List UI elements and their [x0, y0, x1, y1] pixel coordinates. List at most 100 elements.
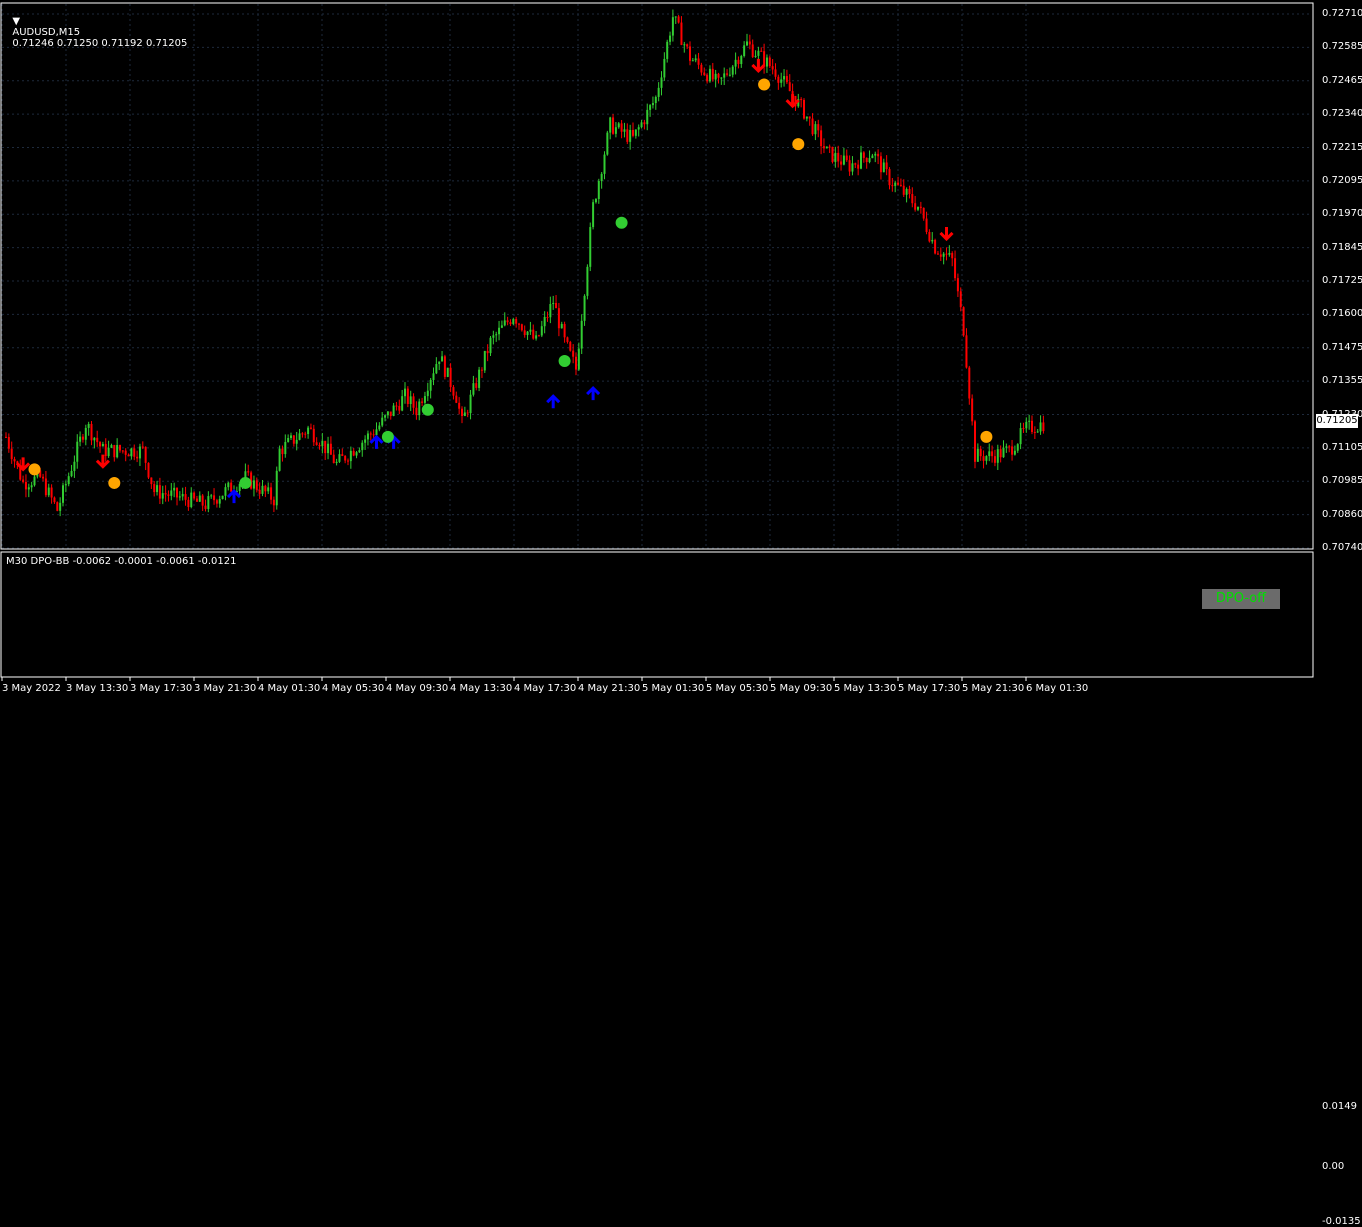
candle-body: [908, 188, 911, 195]
candle-body: [572, 350, 575, 357]
candle-body: [469, 394, 472, 414]
candle-body: [917, 206, 919, 210]
candle-body: [634, 129, 637, 136]
candle-body: [748, 41, 751, 45]
collapse-triangle-icon[interactable]: ▼: [12, 16, 20, 27]
candle-body: [193, 492, 196, 499]
candle-body: [623, 129, 626, 132]
candle-body: [518, 323, 520, 325]
time-tick-label: 3 May 21:30: [194, 683, 257, 694]
candle-body: [891, 185, 894, 187]
candle-body: [87, 423, 90, 428]
time-tick-label: 5 May 09:30: [770, 683, 833, 694]
candle-body: [706, 74, 709, 82]
candle-body: [757, 50, 760, 56]
candle-body: [258, 489, 261, 494]
price-tick-label: 0.71105: [1322, 441, 1362, 453]
candle-body: [366, 433, 369, 440]
candle-body: [768, 57, 771, 67]
candle-body: [609, 117, 612, 133]
candle-body: [30, 485, 33, 488]
candle-body: [432, 373, 435, 380]
candle-body: [546, 316, 549, 318]
candle-body: [606, 132, 609, 155]
candle-body: [683, 44, 686, 46]
time-tick-label: 6 May 01:30: [1026, 683, 1089, 694]
candle-body: [954, 258, 957, 279]
candle-body: [44, 478, 47, 496]
buy-dot-icon: [558, 354, 571, 367]
time-tick-label: 4 May 21:30: [578, 683, 641, 694]
candle-body: [993, 456, 996, 463]
candle-body: [378, 425, 381, 430]
buy-dot-icon: [421, 403, 434, 416]
candle-body: [67, 476, 70, 485]
candle-body: [489, 337, 492, 354]
candle-body: [771, 66, 774, 70]
candle-body: [822, 146, 825, 149]
time-tick-label: 4 May 09:30: [386, 683, 449, 694]
candle-body: [64, 484, 67, 486]
candle-body: [7, 437, 10, 449]
candle-body: [512, 319, 515, 324]
candle-body: [848, 160, 851, 172]
candle-body: [281, 448, 284, 455]
candle-body: [877, 153, 880, 157]
candle-body: [594, 199, 597, 203]
candle-body: [59, 502, 62, 511]
candle-body: [600, 173, 603, 182]
candle-body: [837, 152, 840, 162]
candle-body: [210, 495, 213, 497]
candle-body: [948, 253, 951, 255]
candle-body: [509, 322, 512, 324]
candle-body: [825, 146, 828, 149]
candle-body: [899, 184, 902, 186]
candle-body: [218, 499, 221, 504]
time-tick-label: 4 May 13:30: [450, 683, 513, 694]
price-tick-label: 0.71725: [1322, 275, 1362, 286]
candle-body: [845, 155, 848, 161]
candle-body: [760, 50, 763, 52]
candle-body: [589, 227, 592, 267]
time-tick-label: 5 May 05:30: [706, 683, 769, 694]
candle-body: [99, 442, 102, 447]
candle-body: [173, 487, 176, 491]
candle-body: [774, 69, 777, 77]
candle-body: [663, 58, 666, 78]
candle-body: [76, 441, 79, 462]
candle-body: [506, 320, 509, 323]
candle-body: [828, 146, 831, 148]
candle-body: [717, 73, 720, 78]
candle-body: [708, 68, 711, 82]
candle-body: [395, 405, 398, 407]
candle-body: [686, 44, 689, 47]
candle-body: [406, 388, 409, 405]
candle-body: [301, 433, 304, 435]
candle-body: [905, 188, 908, 195]
symbol-header: ▼ AUDUSD,M15 0.71246 0.71250 0.71192 0.7…: [6, 5, 187, 49]
candle-body: [580, 320, 583, 349]
candle-body: [156, 485, 159, 493]
candle-body: [401, 396, 404, 411]
candle-body: [150, 477, 153, 485]
candle-body: [860, 152, 862, 169]
indicator-tick-label: 0.0149: [1322, 1101, 1357, 1112]
candle-body: [1042, 422, 1045, 432]
candle-body: [304, 433, 307, 435]
candle-body: [842, 155, 845, 165]
candle-body: [714, 73, 717, 80]
candle-body: [284, 441, 287, 455]
candle-body: [942, 253, 945, 257]
candle-body: [1005, 446, 1008, 448]
candle-body: [620, 123, 623, 132]
candle-body: [426, 390, 429, 397]
candle-body: [446, 367, 449, 377]
dpo-off-button[interactable]: DPO-off: [1202, 589, 1280, 609]
candle-body: [164, 493, 167, 495]
candle-body: [626, 129, 629, 142]
candle-body: [671, 17, 674, 36]
price-chart[interactable]: [0, 0, 1362, 700]
price-tick-label: 0.71845: [1322, 241, 1362, 253]
candle-body: [144, 446, 147, 463]
candle-body: [472, 383, 475, 395]
